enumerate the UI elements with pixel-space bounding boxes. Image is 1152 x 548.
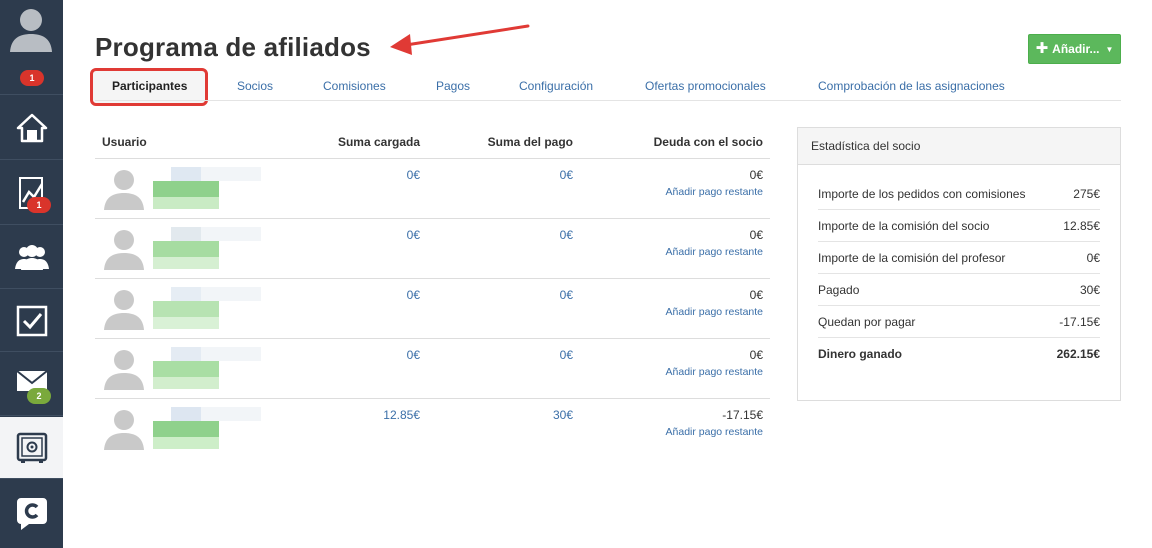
tab-participantes[interactable]: Participantes bbox=[112, 72, 187, 101]
add-remaining-payment-link[interactable]: Añadir pago restante bbox=[666, 246, 763, 258]
payment-sum[interactable]: 0€ bbox=[560, 348, 573, 362]
redacted-user-name bbox=[153, 287, 263, 329]
safe-icon bbox=[16, 432, 48, 464]
payment-sum[interactable]: 0€ bbox=[560, 288, 573, 302]
caret-down-icon: ▼ bbox=[1105, 44, 1114, 54]
charged-sum[interactable]: 0€ bbox=[407, 348, 420, 362]
user-avatar-icon bbox=[10, 6, 52, 52]
table-row: 12.85€ 30€ -17.15€ Añadir pago restante bbox=[95, 399, 770, 459]
sidebar: 1 1 2 bbox=[0, 0, 63, 548]
user-avatar-icon bbox=[103, 168, 145, 210]
partner-debt: 0€ bbox=[749, 288, 763, 302]
charged-sum[interactable]: 0€ bbox=[407, 288, 420, 302]
user-avatar-icon bbox=[103, 408, 145, 450]
stat-value: 30€ bbox=[1079, 282, 1100, 297]
home-icon bbox=[16, 112, 48, 144]
sidebar-item-home[interactable] bbox=[0, 96, 63, 160]
stat-row: Importe de los pedidos con comisiones 275… bbox=[818, 178, 1100, 210]
tabs: Participantes Socios Comisiones Pagos Co… bbox=[95, 72, 1121, 101]
checkbox-icon bbox=[16, 305, 48, 337]
notification-badge: 1 bbox=[20, 70, 44, 86]
partner-debt: 0€ bbox=[749, 228, 763, 242]
stat-row: Importe de la comisión del socio 12.85€ bbox=[818, 210, 1100, 242]
sidebar-item-affiliates[interactable] bbox=[0, 417, 63, 479]
table-row: 0€ 0€ 0€ Añadir pago restante bbox=[95, 279, 770, 339]
plus-icon: ✚ bbox=[1035, 40, 1049, 57]
sidebar-item-stats[interactable]: 1 bbox=[0, 161, 63, 225]
page-title: Programa de afiliados bbox=[95, 32, 371, 62]
stats-list: Importe de los pedidos con comisiones 275… bbox=[798, 165, 1120, 370]
stat-label: Importe de la comisión del socio bbox=[818, 218, 990, 233]
column-header: Deuda con el socio bbox=[653, 135, 763, 149]
stat-row: Importe de la comisión del profesor 0€ bbox=[818, 242, 1100, 274]
sidebar-item-tasks[interactable] bbox=[0, 290, 63, 352]
charged-sum[interactable]: 12.85€ bbox=[383, 408, 420, 422]
tab-ofertas[interactable]: Ofertas promocionales bbox=[645, 72, 766, 101]
stat-label: Dinero ganado bbox=[818, 347, 903, 361]
payment-sum[interactable]: 0€ bbox=[560, 228, 573, 242]
sidebar-item-users[interactable] bbox=[0, 226, 63, 289]
redacted-user-name bbox=[153, 347, 263, 389]
add-button[interactable]: ✚ Añadir... ▼ bbox=[1028, 34, 1121, 64]
table-header: Usuario Suma cargada Suma del pago Deuda… bbox=[95, 128, 770, 159]
stat-label: Importe de los pedidos con comisiones bbox=[818, 186, 1026, 201]
sidebar-item-brand[interactable] bbox=[0, 480, 63, 548]
stat-value: 275€ bbox=[1073, 186, 1100, 201]
tab-socios[interactable]: Socios bbox=[237, 72, 273, 101]
notification-badge: 1 bbox=[27, 197, 51, 213]
add-remaining-payment-link[interactable]: Añadir pago restante bbox=[666, 366, 763, 378]
partner-debt: -17.15€ bbox=[722, 408, 763, 422]
stat-label: Pagado bbox=[818, 282, 860, 297]
notification-badge: 2 bbox=[27, 388, 51, 404]
tab-comisiones[interactable]: Comisiones bbox=[323, 72, 386, 101]
add-button-label: Añadir... bbox=[1052, 42, 1100, 56]
stat-row: Dinero ganado 262.15€ bbox=[818, 338, 1100, 370]
tab-configuracion[interactable]: Configuración bbox=[519, 72, 593, 101]
stat-row: Quedan por pagar -17.15€ bbox=[818, 306, 1100, 338]
table-row: 0€ 0€ 0€ Añadir pago restante bbox=[95, 339, 770, 399]
partner-stats-panel: Estadística del socio Importe de los ped… bbox=[797, 127, 1121, 401]
table-row: 0€ 0€ 0€ Añadir pago restante bbox=[95, 159, 770, 219]
user-avatar-icon bbox=[103, 228, 145, 270]
stats-panel-title: Estadística del socio bbox=[798, 128, 1120, 165]
add-remaining-payment-link[interactable]: Añadir pago restante bbox=[666, 186, 763, 198]
participants-table: Usuario Suma cargada Suma del pago Deuda… bbox=[95, 128, 770, 459]
annotation-arrow-icon bbox=[388, 18, 533, 63]
stat-row: Pagado 30€ bbox=[818, 274, 1100, 306]
payment-sum[interactable]: 30€ bbox=[553, 408, 573, 422]
charged-sum[interactable]: 0€ bbox=[407, 168, 420, 182]
user-avatar-icon bbox=[103, 348, 145, 390]
partner-debt: 0€ bbox=[749, 168, 763, 182]
sidebar-item-mail[interactable]: 2 bbox=[0, 353, 63, 416]
redacted-user-name bbox=[153, 227, 263, 269]
tab-pagos[interactable]: Pagos bbox=[436, 72, 470, 101]
stat-value: 12.85€ bbox=[1063, 218, 1100, 233]
charged-sum[interactable]: 0€ bbox=[407, 228, 420, 242]
stat-value: 0€ bbox=[1086, 250, 1100, 265]
column-header: Suma del pago bbox=[487, 135, 573, 149]
sidebar-item-profile[interactable]: 1 bbox=[0, 0, 63, 95]
stat-label: Importe de la comisión del profesor bbox=[818, 250, 1006, 265]
redacted-user-name bbox=[153, 167, 263, 209]
payment-sum[interactable]: 0€ bbox=[560, 168, 573, 182]
users-group-icon bbox=[14, 243, 49, 271]
stat-value: 262.15€ bbox=[1056, 347, 1100, 361]
column-header: Suma cargada bbox=[337, 135, 420, 149]
partner-debt: 0€ bbox=[749, 348, 763, 362]
user-avatar-icon bbox=[103, 288, 145, 330]
brand-logo-icon bbox=[15, 496, 49, 532]
tab-comprobacion[interactable]: Comprobación de las asignaciones bbox=[818, 72, 1005, 101]
app: 1 1 2 Programa de afiliados ✚ Añadir... … bbox=[0, 0, 1152, 548]
add-remaining-payment-link[interactable]: Añadir pago restante bbox=[666, 306, 763, 318]
stat-label: Quedan por pagar bbox=[818, 314, 916, 329]
stat-value: -17.15€ bbox=[1059, 314, 1100, 329]
column-header: Usuario bbox=[102, 135, 147, 149]
add-remaining-payment-link[interactable]: Añadir pago restante bbox=[666, 426, 763, 438]
redacted-user-name bbox=[153, 407, 263, 449]
table-row: 0€ 0€ 0€ Añadir pago restante bbox=[95, 219, 770, 279]
